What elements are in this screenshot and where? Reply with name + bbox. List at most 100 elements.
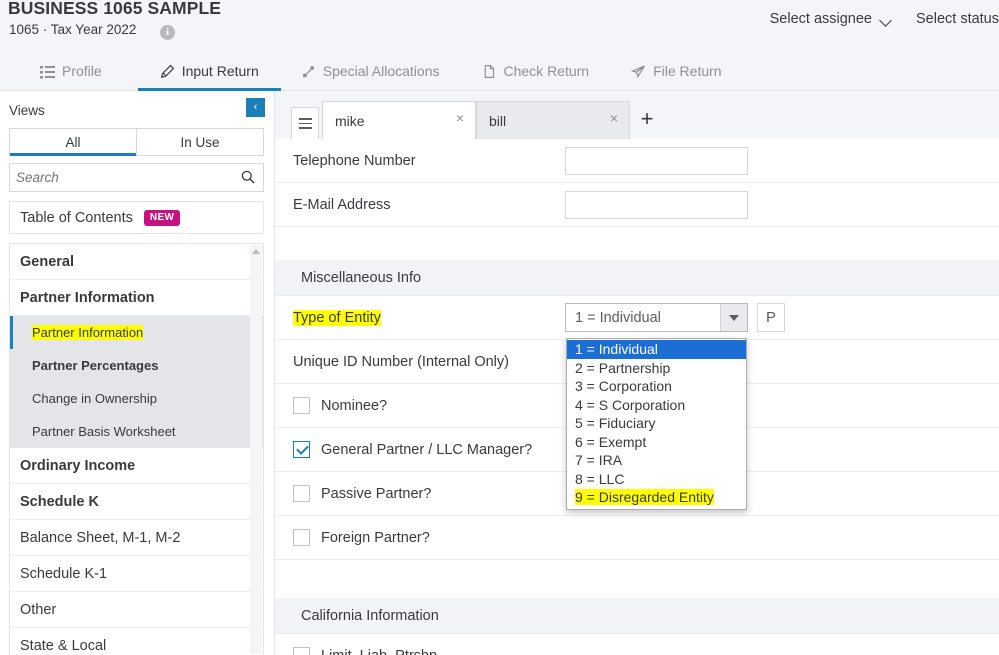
telephone-label: Telephone Number (293, 153, 416, 169)
tab-input-return[interactable]: Input Return (160, 52, 259, 91)
general-partner-label: General Partner / LLC Manager? (321, 442, 532, 458)
general-partner-checkbox[interactable] (293, 441, 310, 458)
partner-tab-label: mike (335, 113, 365, 129)
dropdown-option-label: 7 = IRA (575, 452, 622, 468)
section-header-miscellaneous-info: Miscellaneous Info (275, 260, 999, 296)
sidebar-item-label: Partner Information (32, 325, 143, 340)
type-of-entity-label: Type of Entity (293, 310, 381, 326)
list-icon (40, 64, 55, 79)
partner-tab-bill[interactable]: bill × (476, 101, 630, 139)
dropdown-option[interactable]: 8 = LLC (567, 470, 746, 489)
dropdown-option[interactable]: 6 = Exempt (567, 433, 746, 452)
close-icon[interactable]: × (607, 112, 621, 126)
info-icon[interactable]: i (160, 25, 175, 40)
select-assignee-dropdown[interactable]: Select assignee (764, 8, 898, 30)
tab-profile-label: Profile (62, 63, 102, 79)
sidebar-item-label: General (20, 254, 74, 270)
sidebar-item-label: Partner Basis Worksheet (32, 424, 176, 439)
hamburger-icon[interactable] (291, 107, 319, 139)
field-row-email: E-Mail Address (275, 183, 999, 227)
sidebar-item-ordinary-income[interactable]: Ordinary Income (10, 448, 263, 484)
sidebar-item-label: Change in Ownership (32, 391, 157, 406)
type-of-entity-select[interactable]: 1 = Individual (565, 303, 748, 332)
tab-check-return[interactable]: Check Return (482, 52, 590, 91)
sidebar-item-label: Other (20, 602, 56, 618)
close-icon[interactable]: × (453, 112, 467, 126)
dropdown-option-label: 2 = Partnership (575, 360, 670, 376)
views-filter-toggle: All In Use (9, 128, 264, 156)
tab-profile[interactable]: Profile (40, 52, 102, 91)
table-of-contents-list: General Partner Information Partner Info… (9, 243, 264, 655)
sidebar-item-label: Ordinary Income (20, 458, 135, 474)
sidebar-item-schedule-k[interactable]: Schedule K (10, 484, 263, 520)
sidebar-subitem-partner-percentages[interactable]: Partner Percentages (10, 349, 263, 382)
telephone-input[interactable] (565, 147, 748, 175)
dropdown-option-label: 8 = LLC (575, 471, 624, 487)
type-of-entity-control: 1 = Individual P (565, 303, 785, 332)
dropdown-option[interactable]: 5 = Fiduciary (567, 414, 746, 433)
chevron-down-icon (881, 16, 892, 23)
caret-down-icon[interactable] (720, 304, 747, 331)
sidebar-item-state-and-local[interactable]: State & Local (10, 628, 263, 655)
passive-partner-label: Passive Partner? (321, 486, 431, 502)
sidebar-subitem-partner-basis-worksheet[interactable]: Partner Basis Worksheet (10, 415, 263, 448)
tab-file-return[interactable]: File Return (631, 52, 721, 91)
views-filter-in-use[interactable]: In Use (137, 129, 263, 155)
unique-id-label: Unique ID Number (Internal Only) (293, 354, 509, 370)
section-header-california-information: California Information (275, 598, 999, 634)
table-of-contents-label: Table of Contents (20, 210, 133, 226)
sidebar-item-balance-sheet[interactable]: Balance Sheet, M-1, M-2 (10, 520, 263, 556)
dropdown-option-label: 6 = Exempt (575, 434, 646, 450)
tab-special-allocations[interactable]: Special Allocations (301, 52, 440, 91)
partner-tab-label: bill (489, 113, 506, 129)
select-status-dropdown[interactable]: Select status (898, 8, 999, 30)
email-input[interactable] (565, 191, 748, 219)
dropdown-option[interactable]: 3 = Corporation (567, 377, 746, 396)
email-label: E-Mail Address (293, 197, 391, 213)
sidebar-item-general[interactable]: General (10, 244, 263, 280)
checkbox-row-foreign-partner[interactable]: Foreign Partner? (275, 516, 999, 560)
sidebar-subitem-change-in-ownership[interactable]: Change in Ownership (10, 382, 263, 415)
nominee-checkbox[interactable] (293, 397, 310, 414)
paper-plane-icon (631, 64, 646, 79)
sidebar-item-label: Partner Information (20, 290, 155, 306)
limit-liab-ptrshp-checkbox[interactable] (293, 647, 310, 655)
partner-tab-strip: mike × bill × + (275, 91, 999, 139)
checkbox-row-limit-liab-ptrshp[interactable]: Limit. Liab. Ptrshp (275, 634, 999, 655)
views-label: Views (9, 103, 45, 118)
header-actions: Select assignee Select status (764, 8, 999, 30)
views-filter-all-label: All (65, 135, 80, 150)
sidebar-item-partner-information[interactable]: Partner Information (10, 280, 263, 316)
search-input[interactable] (16, 164, 226, 191)
search-icon[interactable] (241, 170, 255, 184)
dropdown-option[interactable]: 2 = Partnership (567, 359, 746, 378)
partner-tab-mike[interactable]: mike × (322, 101, 476, 139)
dropdown-option-label: 5 = Fiduciary (575, 415, 656, 431)
dropdown-option-label: 4 = S Corporation (575, 397, 685, 413)
dropdown-option[interactable]: 9 = Disregarded Entity (567, 488, 746, 507)
sidebar-item-label: Balance Sheet, M-1, M-2 (20, 530, 180, 546)
document-icon (482, 64, 497, 79)
tab-special-allocations-label: Special Allocations (323, 63, 440, 79)
sidebar-item-other[interactable]: Other (10, 592, 263, 628)
dropdown-option[interactable]: 1 = Individual (567, 340, 746, 359)
tab-input-return-label: Input Return (182, 63, 259, 79)
table-of-contents-header[interactable]: Table of Contents NEW (9, 201, 264, 234)
views-filter-in-use-label: In Use (180, 135, 219, 150)
dropdown-option[interactable]: 4 = S Corporation (567, 396, 746, 415)
add-partner-button[interactable]: + (630, 100, 664, 138)
passive-partner-checkbox[interactable] (293, 485, 310, 502)
pencil-icon (160, 64, 175, 79)
print-option-button[interactable]: P (757, 303, 785, 332)
dropdown-option[interactable]: 7 = IRA (567, 451, 746, 470)
sidebar-item-schedule-k1[interactable]: Schedule K-1 (10, 556, 263, 592)
toc-scrollbar[interactable] (250, 245, 262, 654)
collapse-sidebar-button[interactable]: ‹ (246, 98, 265, 117)
search-container (9, 163, 264, 192)
foreign-partner-checkbox[interactable] (293, 529, 310, 546)
sidebar-subitem-partner-information[interactable]: Partner Information (10, 316, 263, 349)
type-of-entity-dropdown-list[interactable]: 1 = Individual 2 = Partnership 3 = Corpo… (566, 338, 747, 510)
select-assignee-label: Select assignee (770, 11, 872, 27)
allocations-icon (301, 64, 316, 79)
views-filter-all[interactable]: All (10, 129, 137, 155)
